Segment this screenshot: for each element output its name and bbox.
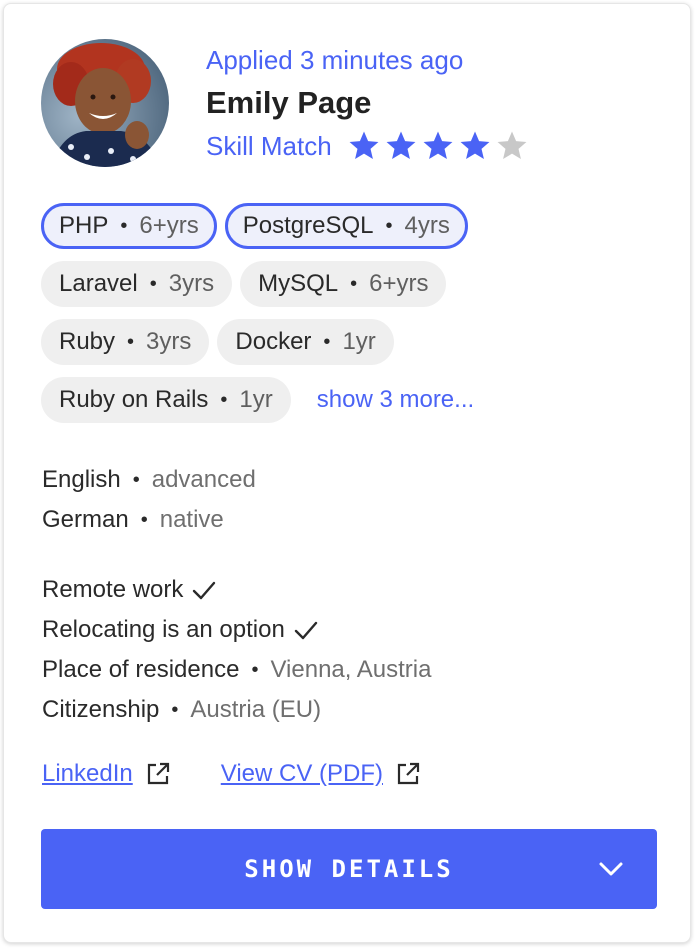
skill-name: Ruby — [59, 328, 116, 355]
separator: • — [149, 272, 157, 295]
residence-value: Vienna, Austria — [270, 656, 432, 683]
view-cv-link[interactable]: View CV (PDF) — [221, 760, 421, 788]
separator: • — [323, 330, 331, 353]
skill-chips: PHP • 6+yrs PostgreSQL • 4yrs Laravel • 3yrs M… — [41, 203, 671, 435]
skill-name: MySQL — [258, 270, 339, 297]
external-link-icon — [147, 762, 169, 785]
separator: • — [132, 469, 140, 491]
skill-name: Docker — [235, 328, 312, 355]
residence-label: Place of residence — [42, 656, 240, 683]
chip-row: Laravel • 3yrs MySQL • 6+yrs — [41, 261, 671, 307]
star-icon — [386, 131, 416, 160]
languages: English • advanced German • native — [42, 460, 256, 540]
separator: • — [350, 272, 358, 295]
skill-match-label: Skill Match — [206, 130, 332, 161]
separator: • — [385, 214, 393, 237]
show-more-skills-link[interactable]: show 3 more... — [317, 386, 474, 414]
external-link-icon — [397, 762, 420, 785]
external-links: LinkedIn View CV (PDF) — [42, 760, 421, 788]
skill-name: Ruby on Rails — [59, 386, 209, 413]
remote-work: Remote work — [42, 570, 431, 610]
relocating-label: Relocating is an option — [42, 616, 285, 643]
skill-years: 1yr — [342, 328, 376, 355]
avatar — [41, 39, 169, 167]
skill-chip: Ruby • 3yrs — [41, 319, 210, 365]
skill-years: 6+yrs — [369, 270, 429, 297]
skill-name: PHP — [59, 212, 109, 239]
view-cv-link-label: View CV (PDF) — [220, 760, 383, 787]
citizenship-value: Austria (EU) — [190, 696, 322, 723]
candidate-card: Applied 3 minutes ago Emily Page Skill M… — [3, 3, 691, 943]
chip-row: PHP • 6+yrs PostgreSQL • 4yrs — [41, 203, 671, 249]
language-name: English — [42, 466, 121, 493]
skill-chip: PHP • 6+yrs — [41, 203, 217, 249]
chip-row: Ruby • 3yrs Docker • 1yr — [41, 319, 671, 365]
skill-years: 4yrs — [404, 212, 450, 239]
language-name: German — [42, 506, 129, 533]
skill-chip: MySQL • 6+yrs — [240, 261, 447, 307]
candidate-header: Applied 3 minutes ago Emily Page Skill M… — [206, 42, 530, 165]
skill-name: PostgreSQL — [242, 212, 374, 239]
skill-match-stars — [346, 129, 530, 163]
skill-chip: Laravel • 3yrs — [41, 261, 233, 307]
skill-years: 1yr — [239, 386, 273, 413]
skill-years: 3yrs — [146, 328, 192, 355]
place-of-residence: Place of residence • Vienna, Austria — [42, 650, 431, 690]
language-item: English • advanced — [42, 460, 256, 500]
citizenship-label: Citizenship — [42, 696, 160, 723]
linkedin-link[interactable]: LinkedIn — [42, 760, 171, 788]
separator: • — [127, 330, 135, 353]
relocating: Relocating is an option — [42, 610, 431, 650]
check-icon — [294, 621, 318, 640]
preferences: Remote work Relocating is an option Plac… — [42, 570, 431, 730]
linkedin-link-label: LinkedIn — [42, 760, 133, 787]
applied-time: Applied 3 minutes ago — [206, 45, 464, 75]
language-item: German • native — [42, 500, 256, 540]
language-level: native — [159, 506, 224, 533]
candidate-name: Emily Page — [206, 85, 372, 120]
star-icon — [423, 131, 453, 160]
star-icon — [460, 131, 490, 160]
separator: • — [251, 659, 259, 681]
separator: • — [120, 214, 128, 237]
show-details-button[interactable]: SHOW DETAILS — [41, 829, 657, 909]
check-icon — [193, 581, 216, 600]
chip-row: Ruby on Rails • 1yr show 3 more... — [41, 377, 671, 423]
separator: • — [171, 699, 179, 721]
chevron-down-icon — [599, 862, 623, 876]
skill-years: 6+yrs — [139, 212, 199, 239]
star-icon — [497, 131, 527, 160]
skill-chip: Ruby on Rails • 1yr — [41, 377, 291, 423]
skill-name: Laravel — [59, 270, 138, 297]
skill-match: Skill Match — [206, 127, 530, 165]
skill-chip: Docker • 1yr — [217, 319, 394, 365]
star-icon — [349, 131, 379, 160]
language-level: advanced — [151, 466, 256, 493]
separator: • — [220, 388, 228, 411]
skill-chip: PostgreSQL • 4yrs — [224, 203, 468, 249]
citizenship: Citizenship • Austria (EU) — [42, 690, 431, 730]
separator: • — [140, 509, 148, 531]
show-details-label: SHOW DETAILS — [244, 855, 454, 883]
remote-work-label: Remote work — [42, 576, 184, 603]
skill-years: 3yrs — [168, 270, 215, 297]
